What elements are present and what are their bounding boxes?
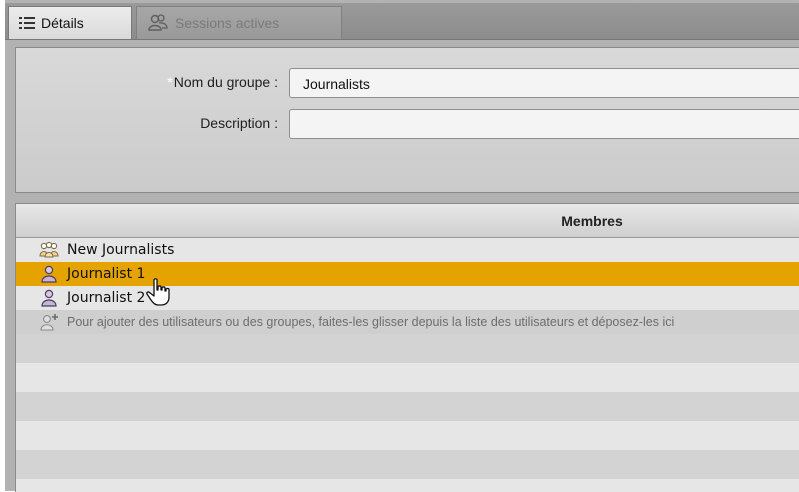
tab-active-sessions-label: Sessions actives bbox=[175, 15, 280, 31]
tab-active-sessions[interactable]: Sessions actives bbox=[136, 6, 342, 39]
drop-hint-row: Pour ajouter des utilisateurs ou des gro… bbox=[16, 310, 799, 334]
drop-hint-text: Pour ajouter des utilisateurs ou des gro… bbox=[67, 315, 675, 329]
user-icon bbox=[41, 265, 57, 283]
member-label: Journalist 1 bbox=[67, 266, 146, 282]
group-details-form: *Nom du groupe : Journalists Description… bbox=[15, 47, 799, 193]
description-input[interactable] bbox=[289, 109, 799, 139]
member-item-journalist-1[interactable]: Journalist 1 bbox=[16, 262, 799, 286]
member-label: Journalist 2 bbox=[67, 290, 146, 306]
group-name-input[interactable]: Journalists bbox=[289, 68, 799, 98]
add-user-icon bbox=[40, 314, 58, 331]
user-icon bbox=[41, 289, 57, 307]
group-editor-window: Détails Sessions actives *Nom du groupe … bbox=[5, 0, 799, 492]
required-marker: * bbox=[167, 74, 173, 90]
hand-cursor-icon bbox=[146, 278, 170, 306]
description-label: Description : bbox=[200, 115, 278, 131]
member-item-new-journalists[interactable]: New Journalists bbox=[16, 238, 799, 262]
members-header-label: Membres bbox=[561, 212, 623, 229]
empty-list-row bbox=[16, 421, 799, 450]
group-name-row: *Nom du groupe : Journalists bbox=[16, 68, 799, 98]
description-row: Description : bbox=[16, 109, 799, 139]
list-icon bbox=[19, 17, 35, 29]
member-item-journalist-2[interactable]: Journalist 2 bbox=[16, 286, 799, 310]
empty-rows bbox=[16, 334, 799, 492]
group-name-label-text: Nom du groupe : bbox=[173, 74, 278, 90]
empty-list-row bbox=[16, 363, 799, 392]
members-column-header[interactable]: Membres bbox=[16, 204, 799, 238]
member-label: New Journalists bbox=[67, 242, 175, 258]
tab-details[interactable]: Détails bbox=[8, 6, 132, 39]
empty-list-row bbox=[16, 334, 799, 363]
tab-details-label: Détails bbox=[41, 15, 84, 31]
members-list: Membres New Journalists Journalist 1 Jou… bbox=[15, 203, 799, 492]
group-name-label: *Nom du groupe : bbox=[167, 74, 278, 90]
users-icon bbox=[148, 14, 168, 31]
empty-list-row bbox=[16, 479, 799, 492]
empty-list-row bbox=[16, 450, 799, 479]
empty-list-row bbox=[16, 392, 799, 421]
tab-bar: Détails Sessions actives bbox=[5, 3, 799, 40]
group-icon bbox=[39, 241, 59, 258]
